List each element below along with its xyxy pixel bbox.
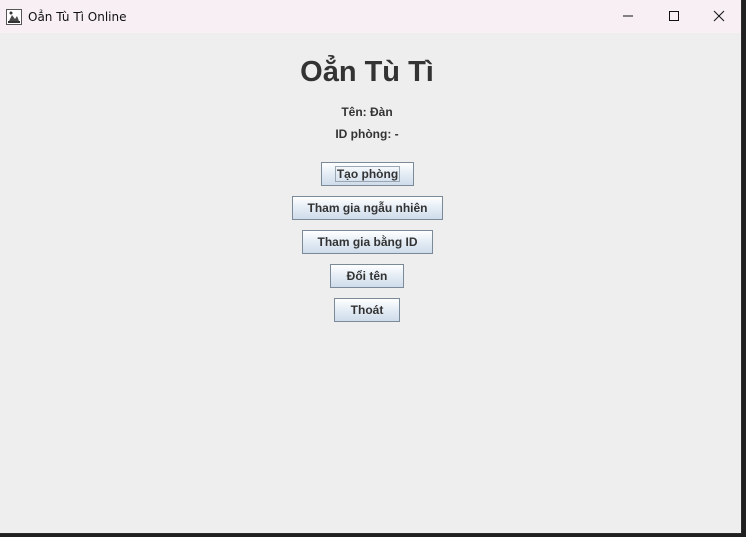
main-panel: Oẳn Tù Tì Tên: Đàn ID phòng: - Tạo phòng… [0,33,741,533]
room-id-label: ID phòng: - [335,127,399,141]
window-title: Oẳn Tù Tì Online [28,10,127,24]
rename-button[interactable]: Đổi tên [330,264,404,288]
join-by-id-button[interactable]: Tham gia bằng ID [302,230,433,254]
join-random-button[interactable]: Tham gia ngẫu nhiên [292,196,443,220]
maximize-button[interactable] [651,0,697,33]
exit-button[interactable]: Thoát [334,298,400,322]
java-app-icon [6,9,22,25]
create-room-button[interactable]: Tạo phòng [321,162,414,186]
close-button[interactable] [696,0,741,33]
minimize-icon [622,7,634,26]
close-icon [713,7,725,26]
game-title: Oẳn Tù Tì [300,56,434,88]
app-window: Oẳn Tù Tì Online Oẳn Tù Tì Tên: Đàn ID p… [0,0,742,534]
title-bar[interactable]: Oẳn Tù Tì Online [0,0,741,33]
maximize-icon [668,7,680,26]
create-room-label: Tạo phòng [334,166,401,182]
minimize-button[interactable] [605,0,651,33]
player-name-label: Tên: Đàn [341,105,393,119]
